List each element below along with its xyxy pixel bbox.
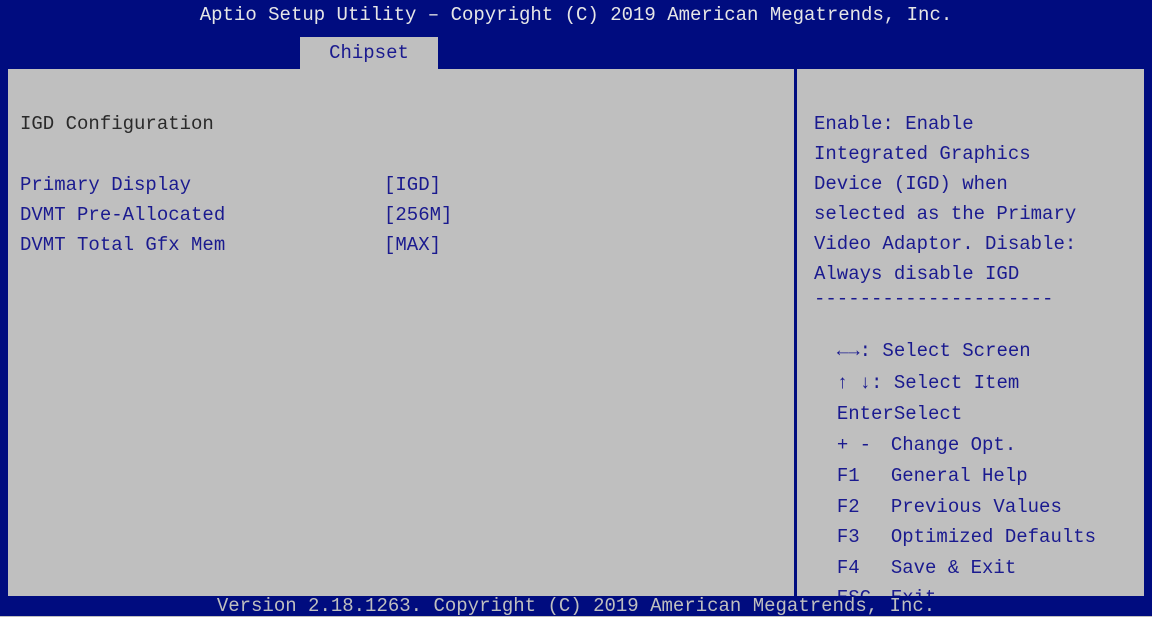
setting-value[interactable]: [256M] — [384, 204, 452, 226]
setting-value[interactable]: [MAX] — [384, 234, 441, 256]
help-line: selected as the Primary — [814, 203, 1077, 225]
setting-label: DVMT Pre-Allocated — [20, 204, 226, 226]
section-title: IGD Configuration — [20, 113, 214, 135]
setting-label: Primary Display — [20, 174, 192, 196]
panel-divider — [794, 69, 797, 596]
setting-dvmt-pre-allocated[interactable]: DVMT Pre-Allocated [256M] — [20, 204, 600, 228]
help-line: Device (IGD) when — [814, 173, 1008, 195]
setting-primary-display[interactable]: Primary Display [IGD] — [20, 174, 600, 198]
help-line: Video Adaptor. Disable: — [814, 233, 1077, 255]
app-title: Aptio Setup Utility – Copyright (C) 2019… — [199, 4, 953, 26]
help-line: Enable: Enable — [814, 113, 974, 135]
tab-chipset[interactable]: Chipset — [300, 37, 438, 69]
help-line: Integrated Graphics — [814, 143, 1031, 165]
setting-dvmt-total-gfx-mem[interactable]: DVMT Total Gfx Mem [MAX] — [20, 234, 600, 258]
title-bar: Aptio Setup Utility – Copyright (C) 2019… — [0, 0, 1152, 69]
help-line: Always disable IGD — [814, 263, 1020, 285]
version-footer: Version 2.18.1263. Copyright (C) 2019 Am… — [0, 596, 1152, 616]
setting-value[interactable]: [IGD] — [384, 174, 441, 196]
help-separator: --------------------- — [814, 288, 1054, 310]
setting-label: DVMT Total Gfx Mem — [20, 234, 226, 256]
